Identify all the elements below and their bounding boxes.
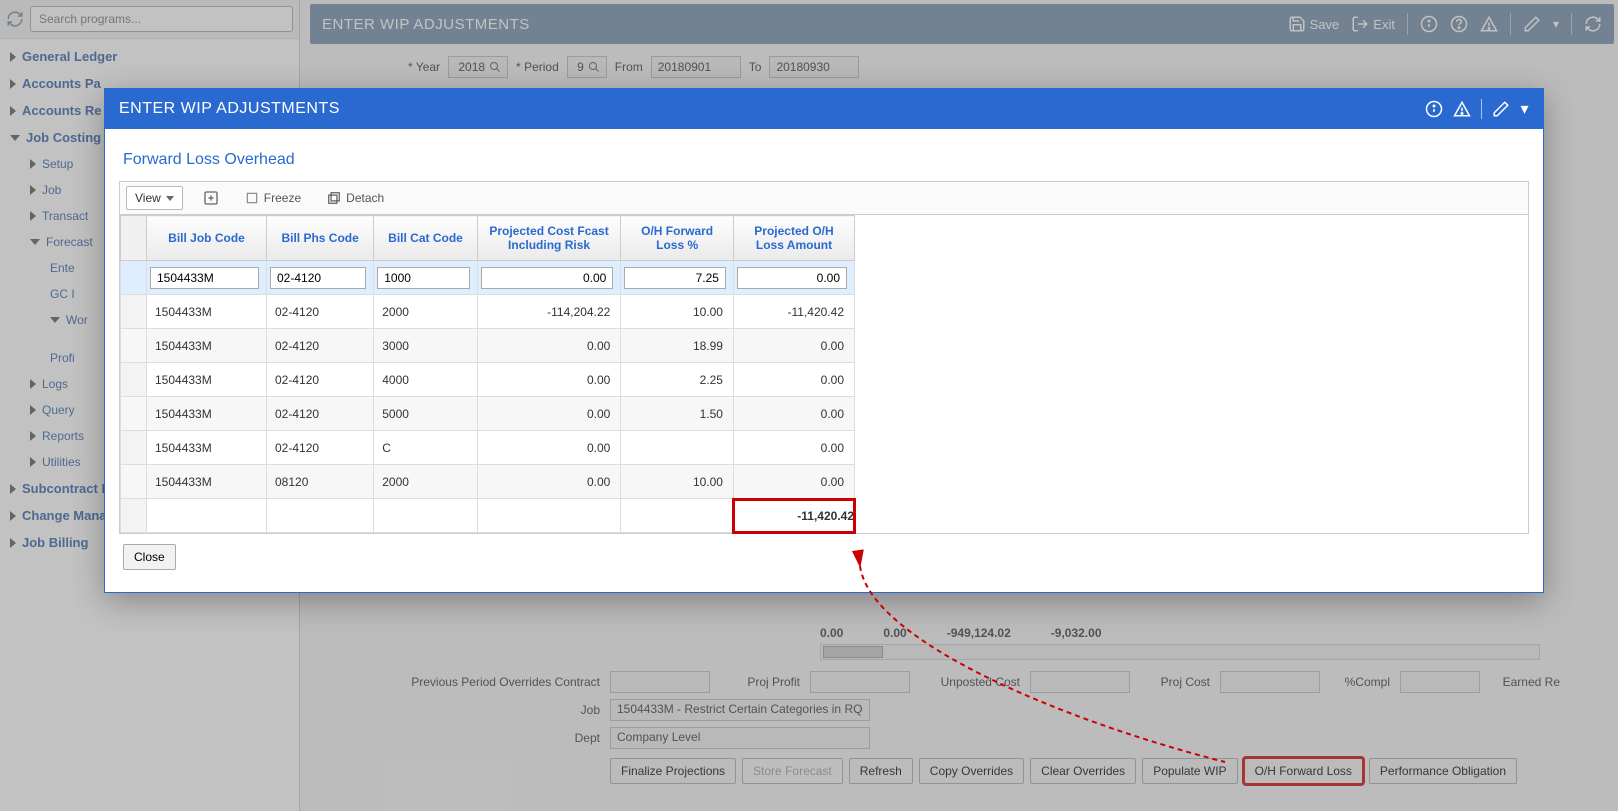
grid-cell-input[interactable] (270, 267, 366, 289)
col-bill-cat-code[interactable]: Bill Cat Code (374, 216, 478, 261)
grid-cell: 0.00 (734, 335, 854, 357)
table-row[interactable]: 1504433M02-41202000-114,204.2210.00-11,4… (121, 295, 855, 329)
export-icon[interactable] (197, 186, 225, 210)
grid-cell: 1504433M (147, 335, 266, 357)
grid-cell: 2.25 (621, 369, 733, 391)
table-row[interactable]: 1504433M02-412030000.0018.990.00 (121, 329, 855, 363)
grid-cell: 1504433M (147, 471, 266, 493)
chevron-down-icon (166, 196, 174, 201)
grid-cell: 10.00 (621, 301, 733, 323)
grid-cell: 0.00 (734, 369, 854, 391)
modal-dialog: ENTER WIP ADJUSTMENTS ▾ Forward Loss Ove… (104, 88, 1544, 593)
grid-cell: 0.00 (478, 335, 621, 357)
grid-cell-input[interactable] (737, 267, 847, 289)
col-bill-phs-code[interactable]: Bill Phs Code (267, 216, 374, 261)
table-row[interactable] (121, 261, 855, 295)
grid-cell: C (374, 437, 477, 459)
grid-cell-input[interactable] (624, 267, 726, 289)
grid-cell: 0.00 (734, 471, 854, 493)
grid-cell: 02-4120 (267, 403, 373, 425)
grid-cell: 18.99 (621, 335, 733, 357)
grid-cell: 1504433M (147, 301, 266, 323)
modal-title: ENTER WIP ADJUSTMENTS (119, 100, 340, 118)
dropdown-caret-icon[interactable]: ▾ (1520, 99, 1529, 119)
grid-toolbar: View Freeze Detach (119, 181, 1529, 215)
col-projected-oh-loss-amount[interactable]: Projected O/H Loss Amount (733, 216, 854, 261)
table-row[interactable]: 1504433M02-4120C0.000.00 (121, 431, 855, 465)
grid-cell: -11,420.42 (734, 301, 854, 323)
grid-cell: 0.00 (478, 471, 621, 493)
freeze-button[interactable]: Freeze (239, 187, 307, 209)
table-row[interactable]: 1504433M02-412040000.002.250.00 (121, 363, 855, 397)
grid-cell: 2000 (374, 301, 477, 323)
close-button[interactable]: Close (123, 544, 176, 570)
grid-cell: 0.00 (478, 437, 621, 459)
grid-cell: 3000 (374, 335, 477, 357)
view-menu-button[interactable]: View (126, 186, 183, 210)
grid-cell: 0.00 (478, 403, 621, 425)
grid-cell: 02-4120 (267, 301, 373, 323)
grid-cell: 02-4120 (267, 369, 373, 391)
grid-cell (621, 444, 733, 452)
grid-cell: 1504433M (147, 403, 266, 425)
grid-cell: 0.00 (734, 403, 854, 425)
grid-cell: 1504433M (147, 437, 266, 459)
modal-header: ENTER WIP ADJUSTMENTS ▾ (105, 89, 1543, 129)
grid-cell-input[interactable] (150, 267, 259, 289)
grid-cell: 4000 (374, 369, 477, 391)
col-bill-job-code[interactable]: Bill Job Code (147, 216, 267, 261)
table-row[interactable]: 1504433M0812020000.0010.000.00 (121, 465, 855, 499)
section-title: Forward Loss Overhead (119, 141, 1529, 181)
total-oh-loss-amount: -11,420.42 (733, 499, 854, 533)
grid-cell: 02-4120 (267, 437, 373, 459)
detach-button[interactable]: Detach (321, 187, 390, 209)
table-row[interactable]: 1504433M02-412050000.001.500.00 (121, 397, 855, 431)
col-projected-cost[interactable]: Projected Cost Fcast Including Risk (477, 216, 621, 261)
grid-cell: 02-4120 (267, 335, 373, 357)
grid-cell: 1.50 (621, 403, 733, 425)
grid-cell: 2000 (374, 471, 477, 493)
col-oh-forward-loss-pct[interactable]: O/H Forward Loss % (621, 216, 734, 261)
forward-loss-grid: Bill Job Code Bill Phs Code Bill Cat Cod… (119, 215, 1529, 534)
info-icon[interactable] (1425, 100, 1443, 118)
grid-cell: 1504433M (147, 369, 266, 391)
grid-cell: 0.00 (478, 369, 621, 391)
grid-cell: 08120 (267, 471, 373, 493)
grid-cell: -114,204.22 (478, 301, 621, 323)
grid-cell: 0.00 (734, 437, 854, 459)
edit-icon[interactable] (1492, 100, 1510, 118)
grid-cell-input[interactable] (377, 267, 470, 289)
grid-cell: 10.00 (621, 471, 733, 493)
grid-cell: 5000 (374, 403, 477, 425)
warning-icon[interactable] (1453, 100, 1471, 118)
grid-cell-input[interactable] (481, 267, 614, 289)
